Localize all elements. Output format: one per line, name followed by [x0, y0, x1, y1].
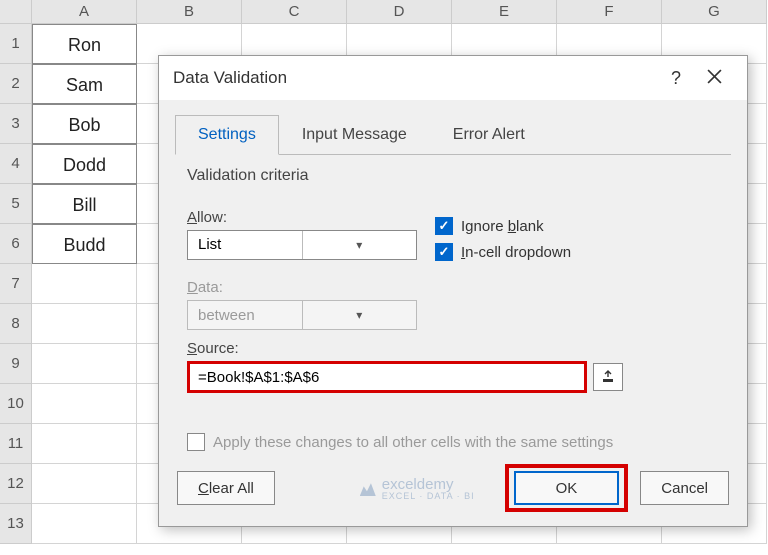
row-header-5[interactable]: 5	[0, 184, 32, 224]
chevron-down-icon: ▾	[302, 231, 417, 259]
row-header-2[interactable]: 2	[0, 64, 32, 104]
cancel-button[interactable]: Cancel	[640, 471, 729, 505]
col-header-E[interactable]: E	[452, 0, 557, 24]
row-header-4[interactable]: 4	[0, 144, 32, 184]
data-label: Data:	[187, 279, 417, 296]
cell[interactable]: Ron	[32, 24, 137, 64]
check-icon: ✓	[435, 217, 453, 235]
ignore-blank-checkbox[interactable]: ✓ Ignore blank	[435, 217, 571, 235]
ok-button[interactable]: OK	[514, 471, 620, 505]
settings-pane: Validation criteria Allow: List ▾ ✓ Igno…	[159, 155, 747, 451]
data-value: between	[188, 307, 302, 324]
col-header-C[interactable]: C	[242, 0, 347, 24]
dialog-titlebar: Data Validation ?	[159, 56, 747, 100]
cell[interactable]: Bob	[32, 104, 137, 144]
cell[interactable]	[32, 464, 137, 504]
source-input-highlight	[187, 361, 587, 393]
apply-all-checkbox: Apply these changes to all other cells w…	[187, 433, 719, 451]
dialog-tabs: Settings Input Message Error Alert	[175, 114, 731, 155]
cell[interactable]	[32, 424, 137, 464]
range-picker-button[interactable]	[593, 363, 623, 391]
check-icon: ✓	[435, 243, 453, 261]
collapse-icon	[601, 370, 615, 384]
select-all-corner[interactable]	[0, 0, 32, 24]
allow-label: Allow:	[187, 209, 417, 226]
tab-error-alert[interactable]: Error Alert	[430, 115, 548, 155]
incell-dropdown-checkbox[interactable]: ✓ In-cell dropdown	[435, 243, 571, 261]
help-button[interactable]: ?	[657, 68, 695, 89]
cell[interactable]	[32, 344, 137, 384]
source-label: Source:	[187, 340, 719, 357]
logo-icon	[360, 480, 376, 496]
chevron-down-icon: ▾	[302, 301, 417, 329]
source-input[interactable]	[190, 369, 584, 386]
close-button[interactable]	[695, 67, 733, 90]
row-header-10[interactable]: 10	[0, 384, 32, 424]
cell[interactable]	[32, 504, 137, 544]
cell[interactable]: Sam	[32, 64, 137, 104]
cell[interactable]: Budd	[32, 224, 137, 264]
checkbox-empty-icon	[187, 433, 205, 451]
col-header-G[interactable]: G	[662, 0, 767, 24]
close-icon	[707, 69, 722, 84]
row-header-9[interactable]: 9	[0, 344, 32, 384]
row-header-11[interactable]: 11	[0, 424, 32, 464]
ok-highlight: OK	[505, 464, 629, 512]
row-header-12[interactable]: 12	[0, 464, 32, 504]
col-header-A[interactable]: A	[32, 0, 137, 24]
cell[interactable]: Dodd	[32, 144, 137, 184]
dialog-title: Data Validation	[173, 68, 657, 88]
row-header-1[interactable]: 1	[0, 24, 32, 64]
row-header-7[interactable]: 7	[0, 264, 32, 304]
watermark: exceldemy EXCEL · DATA · BI	[360, 476, 475, 501]
validation-criteria-label: Validation criteria	[187, 167, 719, 185]
cell[interactable]	[32, 384, 137, 424]
tab-input-message[interactable]: Input Message	[279, 115, 430, 155]
col-header-D[interactable]: D	[347, 0, 452, 24]
allow-combo[interactable]: List ▾	[187, 230, 417, 260]
row-header-13[interactable]: 13	[0, 504, 32, 544]
clear-all-button[interactable]: Clear All	[177, 471, 275, 505]
data-combo: between ▾	[187, 300, 417, 330]
row-header-8[interactable]: 8	[0, 304, 32, 344]
allow-value: List	[188, 236, 302, 253]
col-header-B[interactable]: B	[137, 0, 242, 24]
row-header-3[interactable]: 3	[0, 104, 32, 144]
cell[interactable]	[32, 264, 137, 304]
row-header-6[interactable]: 6	[0, 224, 32, 264]
tab-settings[interactable]: Settings	[175, 115, 279, 155]
cell[interactable]	[32, 304, 137, 344]
col-header-F[interactable]: F	[557, 0, 662, 24]
data-validation-dialog: Data Validation ? Settings Input Message…	[158, 55, 748, 527]
cell[interactable]: Bill	[32, 184, 137, 224]
